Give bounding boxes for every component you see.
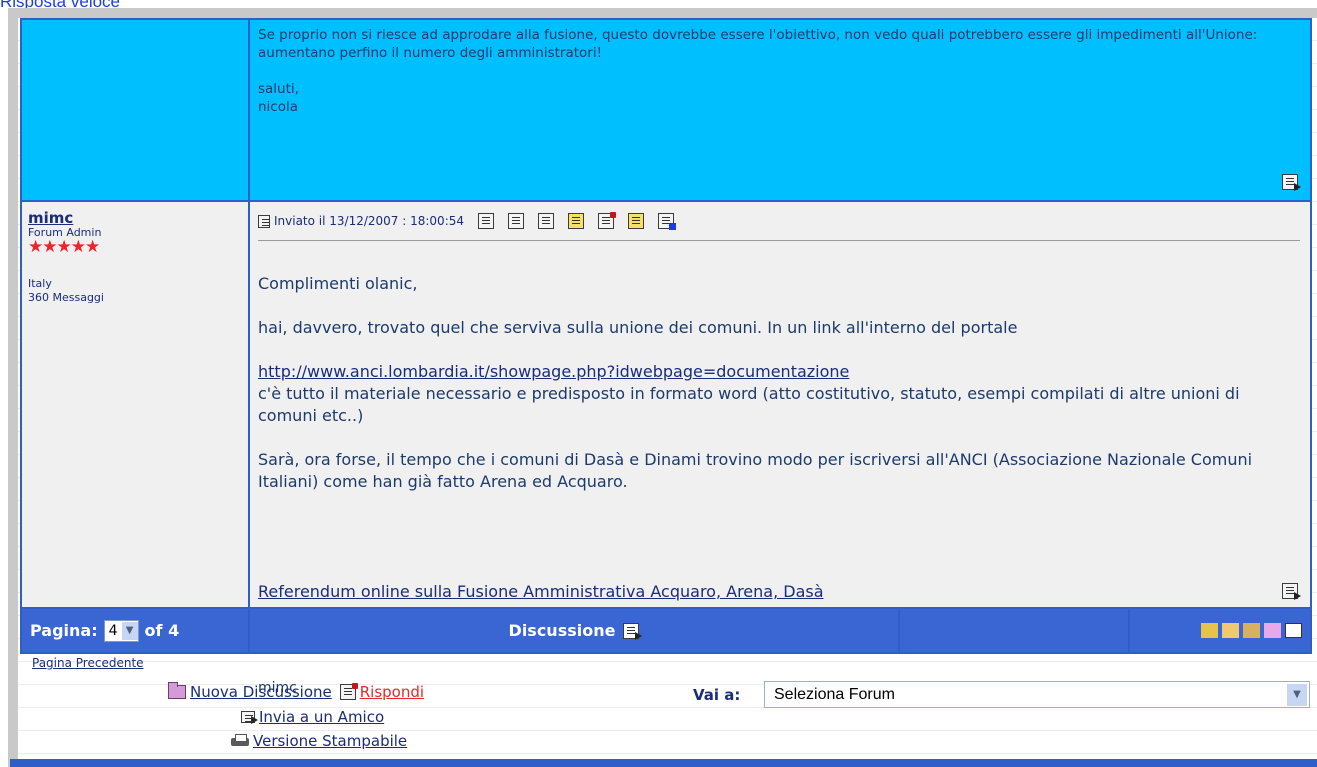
edit-post-icon[interactable] <box>598 212 617 229</box>
send-friend-icon <box>241 711 258 724</box>
reply-link[interactable]: Rispondi <box>360 683 424 701</box>
post-sent-date: Inviato il 13/12/2007 : 18:00:54 <box>274 214 465 228</box>
quote-reply-icon[interactable] <box>568 213 585 229</box>
send-to-friend-link[interactable]: Invia a un Amico <box>259 708 384 726</box>
forum-select-value: Seleziona Forum <box>774 685 895 703</box>
post-doc-icon <box>258 214 270 228</box>
post-line-4: Sarà, ora forse, il tempo che i comuni d… <box>258 450 1253 491</box>
quote-text: Se proprio non si riesce ad approdare al… <box>258 27 1258 115</box>
page-select[interactable]: 4 ▼ <box>103 619 139 642</box>
post-line-2: hai, davvero, trovato quel che serviva s… <box>258 318 1018 337</box>
author-message-count: 360 Messaggi <box>28 291 104 304</box>
email-icon[interactable] <box>508 213 525 229</box>
previous-page-link[interactable]: Pagina Precedente <box>32 656 144 670</box>
bar-empty-cell <box>900 609 1128 652</box>
page-current: 4 <box>108 622 118 639</box>
post-line-3: c'è tutto il materiale necessario e pred… <box>258 384 1240 425</box>
reply-icon[interactable] <box>628 213 645 229</box>
author-country: Italy <box>28 277 52 290</box>
printable-version-link[interactable]: Versione Stampabile <box>253 732 407 750</box>
forum-select[interactable]: Seleziona Forum ▼ <box>764 681 1310 708</box>
delete-topic-icon[interactable] <box>1243 623 1260 638</box>
discussion-bar: Discussione <box>250 609 898 652</box>
action-row-3: Versione Stampabile <box>231 732 407 750</box>
post-line-1: Complimenti olanic, <box>258 274 418 293</box>
pager-label: Pagina: <box>30 621 98 640</box>
ip-address-icon[interactable] <box>658 213 677 230</box>
post-edit-icon[interactable] <box>1282 583 1301 600</box>
homepage-icon[interactable] <box>538 213 555 229</box>
new-topic-folder-icon[interactable] <box>1264 623 1281 638</box>
pager: Pagina: 4 ▼ of 4 <box>22 609 248 652</box>
author-cell: mimc Forum Admin ★★★★★ Italy 360 Messagg… <box>22 202 248 607</box>
referendum-link[interactable]: Referendum online sulla Fusione Amminist… <box>258 582 824 601</box>
topic-tools <box>1130 609 1310 652</box>
message-cell: Inviato il 13/12/2007 : 18:00:54 Complim… <box>250 202 1310 696</box>
chevron-down-icon[interactable]: ▼ <box>1287 683 1307 706</box>
bottom-bar <box>10 759 1317 767</box>
reply-topic-icon[interactable] <box>1285 623 1302 638</box>
chevron-down-icon[interactable]: ▼ <box>121 621 138 640</box>
discussion-arrow-icon[interactable] <box>623 622 643 640</box>
quote-edit-icon[interactable] <box>1282 174 1301 191</box>
reply-icon <box>339 683 358 700</box>
new-topic-link[interactable]: Nuova Discussione <box>190 683 332 701</box>
post-spacer <box>258 515 1300 559</box>
discussion-label: Discussione <box>508 621 616 640</box>
folder-icon <box>168 682 186 699</box>
topic-tool-icons <box>1201 623 1302 638</box>
author-username[interactable]: mimc <box>28 210 242 227</box>
quote-author-cell <box>22 20 248 200</box>
quote-message-cell: Se proprio non si riesce ad approdare al… <box>250 20 1310 200</box>
post-table: Se proprio non si riesce ad approdare al… <box>20 18 1312 696</box>
edit-topic-icon[interactable] <box>1222 623 1239 638</box>
pager-total: of 4 <box>144 621 180 640</box>
action-row-1: Nuova Discussione Rispondi <box>168 682 424 701</box>
lock-topic-icon[interactable] <box>1201 623 1218 638</box>
anci-link[interactable]: http://www.anci.lombardia.it/showpage.ph… <box>258 362 849 381</box>
jump-label: Vai a: <box>693 686 741 704</box>
printer-icon <box>231 734 249 748</box>
post-divider <box>258 240 1300 241</box>
post-header: Inviato il 13/12/2007 : 18:00:54 <box>258 210 1300 232</box>
author-rank-stars-icon: ★★★★★ <box>28 237 100 257</box>
profile-icon[interactable] <box>478 213 495 229</box>
action-row-2: Invia a un Amico <box>241 708 384 726</box>
